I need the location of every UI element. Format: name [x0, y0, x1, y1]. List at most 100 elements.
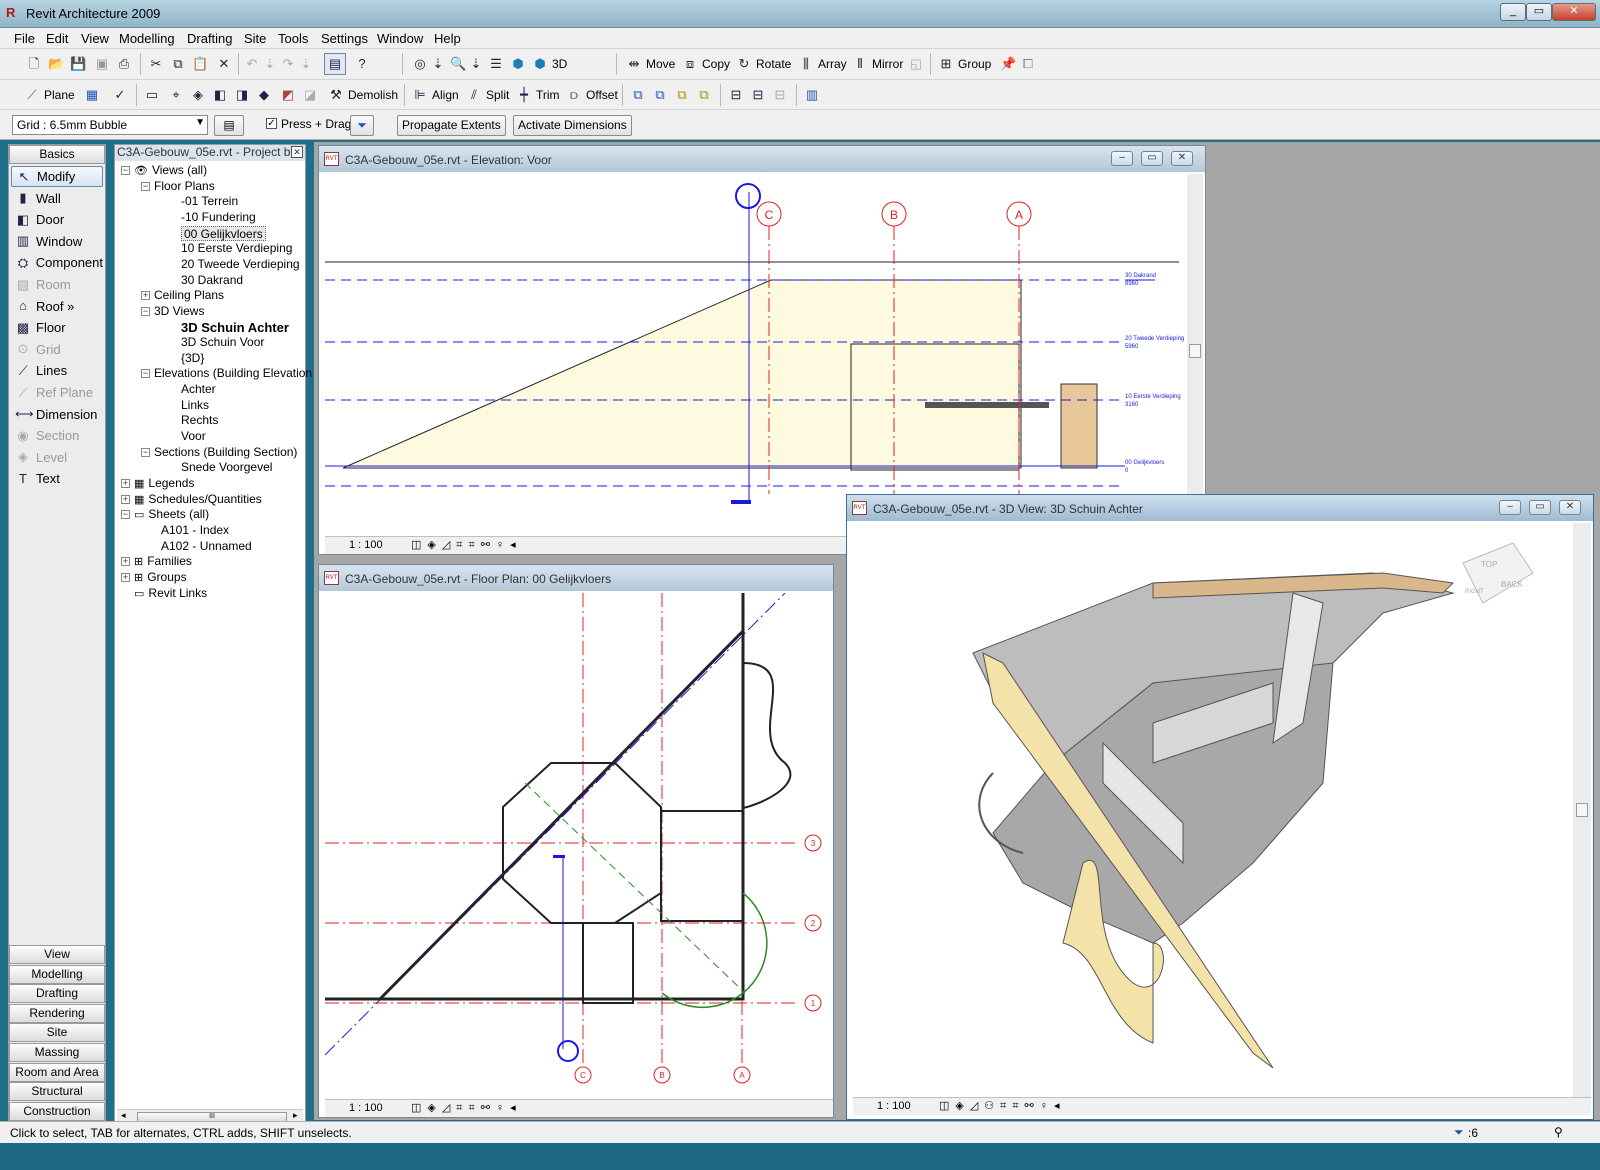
spell-check-icon[interactable]: ✓	[112, 87, 128, 103]
unpin-icon[interactable]: ⧠	[1020, 56, 1036, 72]
tree-3d-views-row[interactable]: −3D Views	[141, 304, 204, 319]
view3d-scroll-thumb[interactable]	[1576, 803, 1588, 817]
phases-icon[interactable]: ⊟	[750, 87, 766, 103]
paste-aligned-icon[interactable]: ⧉	[652, 87, 668, 103]
tree-floor-plan-item-row[interactable]: 20 Tweede Verdieping	[181, 257, 300, 272]
view-3d-button[interactable]: ⬢ 3D	[532, 53, 567, 75]
undo-list-icon[interactable]: ⇣	[262, 56, 278, 72]
view3d-restore-button[interactable]: ▭	[1529, 500, 1551, 515]
minimize-button[interactable]: _	[1500, 3, 1526, 21]
thin-lines-icon[interactable]: ◎	[412, 56, 428, 72]
revit-app-icon[interactable]: R	[6, 5, 22, 21]
tab-site[interactable]: Site	[9, 1023, 105, 1043]
help-pointer-icon[interactable]: ?	[354, 56, 370, 72]
menu-drafting[interactable]: Drafting	[187, 31, 233, 46]
designbar-component-button[interactable]: ⛭ Component	[11, 252, 103, 273]
close-button[interactable]: ✕	[1552, 3, 1596, 21]
floorplan-view-window[interactable]: RVT C3A-Gebouw_05e.rvt - Floor Plan: 00 …	[318, 564, 834, 1118]
menu-help[interactable]: Help	[434, 31, 461, 46]
tree-legends-row[interactable]: + ▦ Legends	[121, 476, 194, 491]
tree-floor-plan-item-row[interactable]: 30 Dakrand	[181, 273, 243, 288]
mirror-button[interactable]: ⫴ Mirror	[852, 53, 903, 75]
unjoin-icon[interactable]: ◨	[234, 87, 250, 103]
undo-icon[interactable]: ↶	[244, 56, 260, 72]
tree-elevation-item-row[interactable]: Links	[181, 398, 209, 413]
propagate-extents-button[interactable]: Propagate Extents	[397, 115, 506, 136]
elevation-restore-button[interactable]: ▭	[1141, 151, 1163, 166]
tree-views-all-row[interactable]: − 👁 Views (all)	[121, 163, 207, 178]
tab-structural[interactable]: Structural	[9, 1082, 105, 1102]
designbar-level-button[interactable]: ◈ Level	[11, 447, 103, 468]
designbar-window-button[interactable]: ▥ Window	[11, 231, 103, 252]
tree-section-item-row[interactable]: Snede Voorgevel	[181, 460, 272, 475]
menu-view[interactable]: View	[81, 31, 109, 46]
view3d-v-scrollbar[interactable]	[1573, 523, 1591, 1097]
tab-drafting[interactable]: Drafting	[9, 984, 105, 1004]
save-all-icon[interactable]: ▣	[94, 56, 110, 72]
paint-icon[interactable]: ◈	[190, 87, 206, 103]
visibility-icon[interactable]: ☰	[488, 56, 504, 72]
press-drag-checkbox[interactable]: ✓	[266, 118, 277, 129]
eyedropper-icon[interactable]: ⌖	[168, 87, 184, 103]
resize-icon[interactable]: ◱	[908, 56, 924, 72]
print-icon[interactable]: ⎙	[116, 56, 132, 72]
delete-icon[interactable]: ✕	[216, 56, 232, 72]
designbar-door-button[interactable]: ◧ Door	[11, 209, 103, 230]
tab-view[interactable]: View	[9, 945, 105, 964]
designbar-text-button[interactable]: T Text	[11, 468, 103, 489]
expand-icon[interactable]: +	[121, 479, 130, 488]
tree-families-row[interactable]: + ⊞ Families	[121, 554, 192, 569]
create-similar-icon[interactable]: ⧉	[674, 87, 690, 103]
browser-close-icon[interactable]: ✕	[291, 146, 303, 158]
collapse-icon[interactable]: −	[141, 447, 150, 457]
tree-floor-plan-item-row[interactable]: 00 Gelijkvloers	[181, 225, 266, 241]
trim-button[interactable]: ┿ Trim	[516, 84, 559, 106]
tree-3d-view-item-row[interactable]: 3D Schuin Voor	[181, 335, 264, 350]
move-button[interactable]: ⇹ Move	[626, 53, 676, 75]
view3d-titlebar[interactable]: RVT C3A-Gebouw_05e.rvt - 3D View: 3D Sch…	[847, 495, 1593, 521]
menu-window[interactable]: Window	[377, 31, 423, 46]
rotate-button[interactable]: ↻ Rotate	[736, 53, 792, 75]
collapse-icon[interactable]: −	[141, 181, 150, 191]
cut-geometry-icon[interactable]: ◆	[256, 87, 272, 103]
tree-elevation-item-row[interactable]: Voor	[181, 429, 206, 444]
designbar-grid-button[interactable]: ⊙ Grid	[11, 339, 103, 360]
paste-icon[interactable]: 📋	[192, 56, 208, 72]
project-browser-toggle-icon[interactable]: ▤	[327, 56, 343, 72]
zoom-dropdown-icon[interactable]: ⇣	[468, 56, 484, 72]
activate-dimensions-button[interactable]: Activate Dimensions	[513, 115, 632, 136]
plane-button[interactable]: ⟋ Plane	[24, 84, 74, 106]
floorplan-canvas[interactable]: 3 2 1 C B A	[325, 593, 833, 1099]
pin-icon[interactable]: 📌	[1000, 56, 1016, 72]
element-properties-button[interactable]: ▤	[214, 115, 244, 136]
expand-icon[interactable]: +	[121, 572, 130, 582]
cut-icon[interactable]: ✂	[148, 56, 164, 72]
tree-ceiling-plans-row[interactable]: + Ceiling Plans	[141, 288, 224, 303]
collapse-icon[interactable]: −	[141, 369, 150, 379]
copy-button[interactable]: ⧈ Copy	[682, 53, 730, 75]
elevation-v-scrollbar[interactable]	[1187, 174, 1203, 536]
grid-display-icon[interactable]: ▦	[84, 87, 100, 103]
view3d-canvas[interactable]: TOP BACK RIGHT	[853, 523, 1573, 1097]
view-control-icons[interactable]: ◫◈◿⌗⌗⚯♀◂	[411, 1101, 522, 1115]
view3d-scale[interactable]: 1 : 100	[877, 1100, 911, 1112]
designbar-roof-button[interactable]: ⌂ Roof »	[11, 296, 103, 317]
split-button[interactable]: ⫽ Split	[466, 84, 509, 106]
type-selector[interactable]: Grid : 6.5mm Bubble ▼	[12, 115, 208, 135]
menu-modelling[interactable]: Modelling	[119, 31, 175, 46]
tree-sheet-item-row[interactable]: A101 - Index	[161, 523, 229, 538]
designbar-modify-button[interactable]: ↖ Modify	[11, 166, 103, 187]
section-head-icon[interactable]	[735, 183, 761, 209]
save-icon[interactable]: 💾	[70, 56, 86, 72]
tree-elevation-item-row[interactable]: Rechts	[181, 413, 218, 428]
plan-section-head-icon[interactable]	[557, 1040, 579, 1062]
view3d-close-button[interactable]: ✕	[1559, 500, 1581, 515]
designbar-room-button[interactable]: ▨ Room	[11, 274, 103, 295]
tag-icon[interactable]: ⇣	[430, 56, 446, 72]
offset-button[interactable]: ⫐ Offset	[566, 84, 618, 106]
view-control-icons[interactable]: ◫◈◿⚇⌗⌗⚯♀◂	[939, 1099, 1066, 1113]
expand-icon[interactable]: +	[121, 557, 130, 567]
tree-floor-plans-row[interactable]: − Floor Plans	[141, 179, 215, 194]
floorplan-view-titlebar[interactable]: RVT C3A-Gebouw_05e.rvt - Floor Plan: 00 …	[319, 565, 833, 591]
tree-floor-plan-item-row[interactable]: -10 Fundering	[181, 210, 256, 225]
